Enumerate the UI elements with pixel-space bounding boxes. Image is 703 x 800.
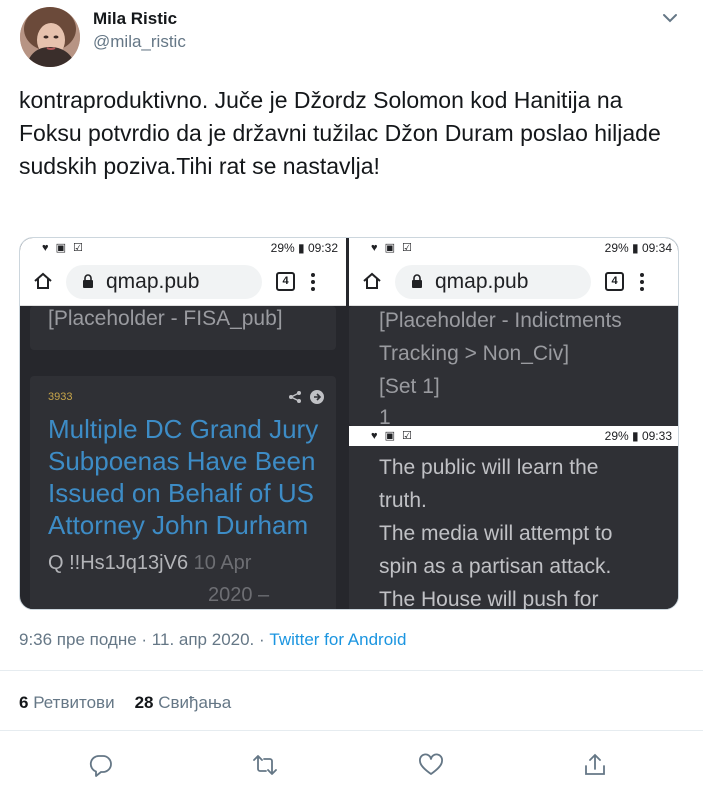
- lock-icon: [82, 274, 94, 289]
- media-image-right[interactable]: ♥ ▣ ☑ 29% ▮ 09:34 qmap.pub 4 [Placeholde…: [349, 238, 678, 610]
- body-line-3: The media will attempt to: [379, 522, 613, 545]
- tweet-stats: 6 Ретвитови 28 Свиђања: [19, 693, 231, 713]
- post-number: 3933: [48, 391, 73, 403]
- tweet-meta: 9:36 пре подне · 11. апр 2020. · Twitter…: [19, 630, 406, 650]
- tweet-timestamp[interactable]: 9:36 пре подне · 11. апр 2020. ·: [19, 630, 269, 649]
- post-body-card: The public will learn the truth. The med…: [349, 446, 678, 610]
- url-text: qmap.pub: [106, 270, 200, 293]
- tweet-media[interactable]: ♥ ▣ ☑ 29% ▮ 09:32 qmap.pub 4 [Placeholde…: [19, 237, 679, 610]
- placeholder-line-3: [Set 1]: [379, 375, 440, 398]
- placeholder-line-2: Tracking > Non_Civ]: [379, 342, 570, 365]
- phone-status-bar: ♥ ▣ ☑ 29% ▮ 09:32: [20, 238, 346, 258]
- retweet-icon[interactable]: [252, 752, 278, 778]
- retweets-count: 6: [19, 693, 29, 712]
- share-icon: [288, 390, 302, 404]
- arrow-right-icon: [310, 390, 324, 404]
- url-field: qmap.pub: [395, 265, 591, 299]
- chevron-down-icon[interactable]: [660, 8, 680, 28]
- author-name[interactable]: Mila Ristic: [93, 9, 177, 29]
- likes-count: 28: [134, 693, 154, 712]
- likes-stat[interactable]: 28 Свиђања: [135, 693, 232, 712]
- retweets-label: Ретвитови: [33, 693, 115, 712]
- more-menu-icon: [639, 271, 645, 293]
- media-image-left[interactable]: ♥ ▣ ☑ 29% ▮ 09:32 qmap.pub 4 [Placeholde…: [20, 238, 346, 609]
- body-line-1: The public will learn the: [379, 456, 599, 479]
- post-author-line: Q !!Hs1Jq13jV6 10 Apr: [48, 552, 251, 575]
- divider: [0, 670, 703, 671]
- post-date-line2: 2020 –: [208, 584, 270, 606]
- reply-icon[interactable]: [88, 752, 114, 778]
- avatar[interactable]: [20, 7, 80, 67]
- status-icons: ♥ ▣ ☑: [371, 242, 414, 254]
- placeholder-card: [Placeholder - Indictments Tracking > No…: [349, 306, 678, 429]
- phone-status-bar: ♥ ▣ ☑ 29% ▮ 09:34: [349, 238, 678, 258]
- author-handle[interactable]: @mila_ristic: [93, 32, 186, 52]
- status-time: 29% ▮ 09:32: [270, 241, 338, 255]
- post-card: 3933 Multiple DC Grand Jury Subpoenas Ha…: [30, 376, 336, 609]
- tabs-count-icon: 4: [605, 272, 624, 291]
- tweet-text: kontraproduktivno. Juče je Džordz Solomo…: [19, 87, 661, 179]
- placeholder-line-1: [Placeholder - Indictments: [379, 309, 622, 332]
- home-icon: [32, 270, 54, 292]
- browser-url-bar: qmap.pub 4: [20, 258, 346, 306]
- more-menu-icon: [310, 271, 316, 293]
- status-icons: ♥ ▣ ☑: [371, 430, 414, 442]
- heart-icon[interactable]: [418, 752, 444, 778]
- status-time: 29% ▮ 09:33: [604, 429, 672, 443]
- avatar-image: [20, 7, 80, 67]
- tweet-client-link[interactable]: Twitter for Android: [269, 630, 406, 649]
- likes-label: Свиђања: [158, 693, 232, 712]
- tweet-header: Mila Ristic @mila_ristic: [0, 0, 703, 70]
- url-field: qmap.pub: [66, 265, 262, 299]
- body-line-5: The House will push for: [379, 588, 599, 610]
- post-title: Multiple DC Grand Jury Subpoenas Have Be…: [48, 414, 319, 540]
- share-icon[interactable]: [582, 752, 608, 778]
- retweets-stat[interactable]: 6 Ретвитови: [19, 693, 115, 712]
- phone-status-bar-2: ♥ ▣ ☑ 29% ▮ 09:33: [349, 426, 678, 446]
- post-date: 10 Apr: [193, 552, 252, 574]
- divider: [0, 730, 703, 731]
- status-time: 29% ▮ 09:34: [604, 241, 672, 255]
- lock-icon: [411, 274, 423, 289]
- placeholder-card: [Placeholder - FISA_pub]: [30, 306, 336, 350]
- tabs-count-icon: 4: [276, 272, 295, 291]
- placeholder-text: [Placeholder - FISA_pub]: [48, 307, 283, 330]
- body-line-2: truth.: [379, 489, 427, 512]
- status-icons: ♥ ▣ ☑: [42, 242, 85, 254]
- tripcode: Q !!Hs1Jq13jV6: [48, 552, 189, 574]
- home-icon: [361, 270, 383, 292]
- body-line-4: spin as a partisan attack.: [379, 555, 612, 578]
- url-text: qmap.pub: [435, 270, 529, 293]
- browser-url-bar: qmap.pub 4: [349, 258, 678, 306]
